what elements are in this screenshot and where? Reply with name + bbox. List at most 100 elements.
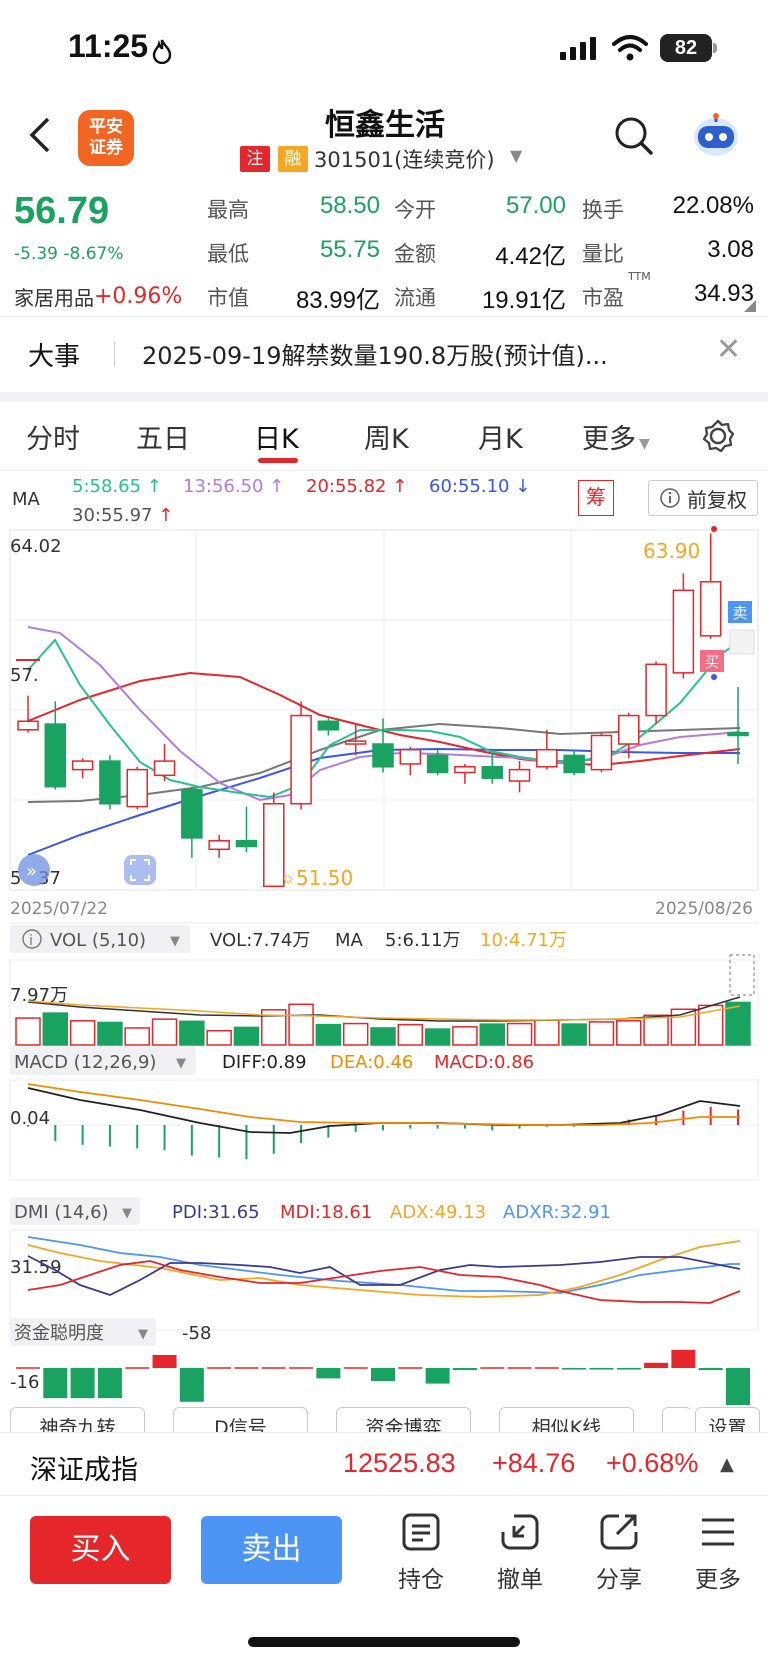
share-button[interactable]: 分享 xyxy=(579,1512,659,1594)
broker-logo[interactable]: 平安 证券 xyxy=(78,110,134,166)
registration-tag: 注 xyxy=(240,146,270,172)
star-icon: ✩ xyxy=(282,872,294,888)
chart-canvas[interactable]: 卖 买 64.02 57. 5 37 63.90 51.50 ✩ » 2025/… xyxy=(0,525,768,1405)
holdings-icon xyxy=(402,1513,440,1551)
candle xyxy=(153,760,176,777)
event-text[interactable]: 2025-09-19解禁数量190.8万股(预计值)... xyxy=(142,336,608,371)
tab-five-day[interactable]: 五日 xyxy=(136,417,190,456)
volume-bar xyxy=(397,1023,424,1046)
undo-icon xyxy=(501,1514,539,1550)
candle xyxy=(618,714,640,745)
volume-bar xyxy=(42,1012,69,1046)
back-button[interactable] xyxy=(22,112,58,158)
ma60-text: 60:55.10 xyxy=(429,476,510,497)
macd-label: MACD (12,26,9) xyxy=(14,1052,156,1073)
menu-icon xyxy=(702,1518,734,1546)
low-label: 最低 xyxy=(207,242,249,266)
tab-more-label: 更多 xyxy=(582,424,636,455)
assistant-robot-icon[interactable] xyxy=(690,112,742,158)
sector-change: +0.96% xyxy=(94,284,183,309)
volume-bar xyxy=(506,1022,533,1046)
volume-bar xyxy=(288,1003,314,1046)
dmi-pdi-line xyxy=(27,1255,741,1296)
adjust-mode-button[interactable]: 前复权 xyxy=(648,480,758,516)
high-label: 最高 xyxy=(207,198,249,222)
gear-icon[interactable] xyxy=(700,418,736,454)
stock-code[interactable]: 301501(连续竞价) xyxy=(314,144,495,174)
volume-bar xyxy=(124,1027,150,1046)
ma13-text: 13:56.50 xyxy=(183,476,264,497)
sell-signal-text: 卖 xyxy=(732,604,747,622)
vol-label: VOL (5,10) xyxy=(50,930,146,951)
sector-info[interactable]: 家居用品 +0.96% xyxy=(14,282,182,311)
more-button[interactable]: 更多 xyxy=(678,1512,758,1594)
fund-bar xyxy=(616,1368,641,1370)
candle xyxy=(71,760,94,771)
dmi-adxr: ADXR:32.91 xyxy=(503,1202,611,1223)
volume-bar xyxy=(233,1026,260,1046)
tab-weekly-k[interactable]: 周K xyxy=(364,417,409,456)
more-label: 更多 xyxy=(695,1567,741,1593)
tab-more[interactable]: 更多 ▼ xyxy=(582,417,650,456)
close-icon[interactable]: ✕ xyxy=(716,332,741,367)
dmi-frame xyxy=(9,1229,759,1331)
corner-expand-icon[interactable] xyxy=(744,300,756,312)
cancel-order-label: 撤单 xyxy=(497,1567,543,1593)
buy-button[interactable]: 买入 xyxy=(30,1516,171,1584)
tab-intraday[interactable]: 分时 xyxy=(26,417,80,456)
cancel-order-button[interactable]: 撤单 xyxy=(480,1512,560,1594)
volume-bar xyxy=(370,1027,396,1046)
fund-bar xyxy=(425,1368,450,1384)
sector-name: 家居用品 xyxy=(14,286,94,310)
candle xyxy=(235,840,258,848)
high-value: 58.50 xyxy=(319,192,380,219)
tab-monthly-k[interactable]: 月K xyxy=(478,417,523,456)
turnover-value: 22.08% xyxy=(672,192,754,219)
divider xyxy=(0,316,768,317)
high-point xyxy=(711,526,717,532)
macd-dea-line xyxy=(27,1083,740,1126)
signal-icon xyxy=(560,37,596,60)
candle xyxy=(181,788,203,839)
fullscreen-icon[interactable] xyxy=(124,855,156,885)
fund-label: 资金聪明度 xyxy=(14,1323,104,1344)
tab-daily-k[interactable]: 日K xyxy=(254,417,299,456)
home-indicator xyxy=(248,1637,520,1647)
turnover-label: 换手 xyxy=(582,198,624,222)
caret-up-icon[interactable]: ▲ xyxy=(720,1454,734,1475)
caret-down-icon: ▼ xyxy=(122,1206,132,1221)
ma13-value: 13:56.50 ↑ xyxy=(183,476,285,497)
chart-scroll-handle[interactable] xyxy=(729,629,755,655)
sell-button[interactable]: 卖出 xyxy=(201,1516,342,1584)
volume-bar xyxy=(643,1014,669,1046)
candle xyxy=(563,754,585,774)
market-cap-value: 83.99亿 xyxy=(295,287,380,314)
battery-tip xyxy=(713,43,717,53)
vol-value: VOL:7.74万 xyxy=(210,930,310,951)
fund-y-label: -16 xyxy=(10,1372,39,1393)
caret-down-icon[interactable]: ▼ xyxy=(510,146,522,165)
y-axis-top: 64.02 xyxy=(10,536,62,557)
section-gap xyxy=(0,392,768,402)
vol-ma10: 10:4.71万 xyxy=(480,930,567,951)
candle xyxy=(17,720,39,731)
ma20-text: 20:55.82 xyxy=(306,476,387,497)
holdings-button[interactable]: 持仓 xyxy=(381,1512,461,1594)
status-time: 11:25 xyxy=(68,28,149,64)
volume-bar xyxy=(206,1029,232,1046)
end-date: 2025/08/26 xyxy=(655,899,753,919)
chip-distribution-button[interactable]: 筹 xyxy=(578,480,614,516)
min-price-marker: 51.50 xyxy=(296,866,353,890)
vol-highlight-box xyxy=(729,954,755,996)
fund-bar xyxy=(698,1368,723,1371)
candle xyxy=(44,723,67,788)
index-change: +84.76 xyxy=(492,1448,576,1478)
macd-value: MACD:0.86 xyxy=(434,1052,534,1073)
volume-bar xyxy=(534,1019,560,1046)
search-icon[interactable] xyxy=(614,116,654,156)
event-separator xyxy=(114,342,115,366)
fund-bar xyxy=(179,1368,204,1402)
candle xyxy=(344,740,367,745)
share-icon xyxy=(600,1514,638,1550)
fund-bar xyxy=(152,1355,177,1368)
